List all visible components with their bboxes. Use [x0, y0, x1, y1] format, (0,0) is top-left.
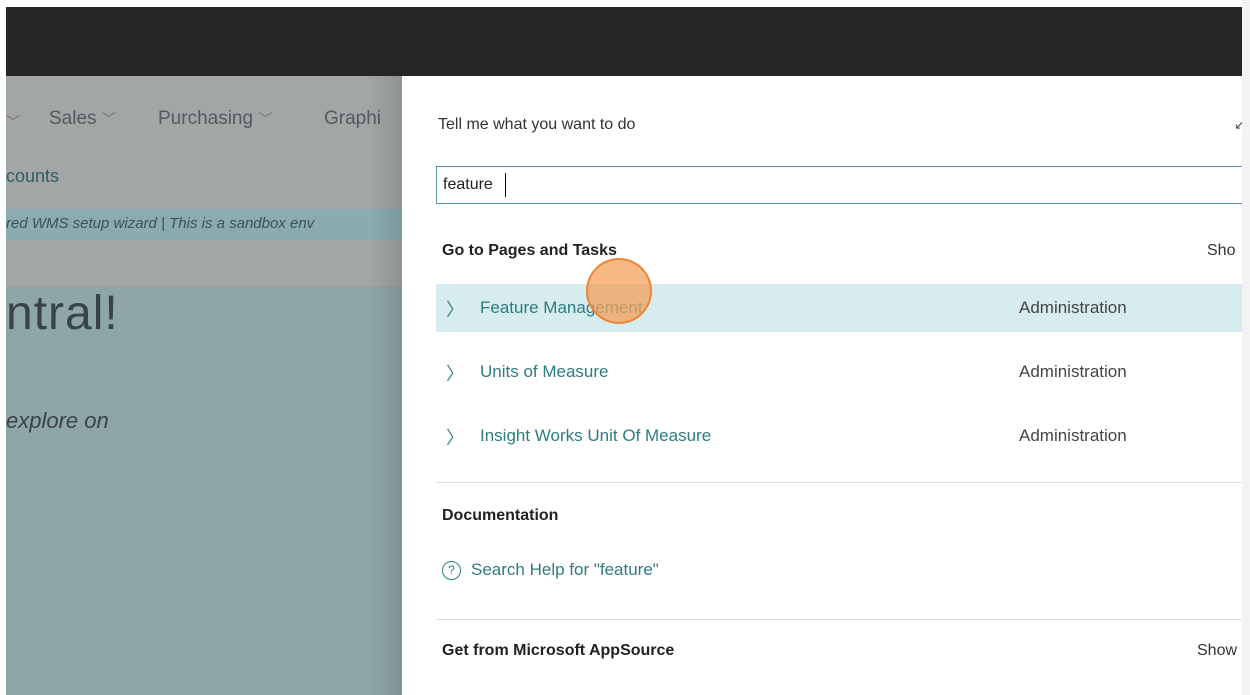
result-row-units-of-measure[interactable]: 〉 Units of Measure Administration — [436, 348, 1242, 396]
result-label[interactable]: Insight Works Unit Of Measure — [480, 426, 711, 446]
divider — [436, 482, 1242, 483]
notification-banner: red WMS setup wizard | This is a sandbox… — [6, 209, 402, 240]
result-label[interactable]: Units of Measure — [480, 362, 609, 382]
result-row-feature-management[interactable]: 〉 Feature Management Administration — [436, 284, 1242, 332]
show-all-appsource-link[interactable]: Show — [1197, 642, 1237, 660]
search-help-link[interactable]: ? Search Help for "feature" — [442, 560, 659, 580]
hero-title: ntral! — [6, 287, 119, 340]
app-top-bar — [6, 7, 1242, 76]
chevron-right-icon: 〉 — [446, 364, 464, 384]
nav-menu-purchasing[interactable]: Purchasing ﹀ — [158, 108, 272, 130]
text-caret — [505, 173, 506, 197]
chevron-down-icon: ﹀ — [258, 111, 273, 127]
chevron-right-icon: 〉 — [446, 300, 464, 320]
background-sublink[interactable]: counts — [6, 166, 59, 187]
chevron-right-icon: 〉 — [446, 428, 464, 448]
nav-menu-label: Purchasing — [158, 108, 254, 129]
right-edge — [1242, 0, 1250, 695]
click-indicator — [586, 258, 652, 324]
divider — [436, 619, 1242, 620]
show-all-pages-link[interactable]: Sho — [1207, 242, 1235, 260]
panel-title: Tell me what you want to do — [438, 116, 636, 133]
result-category: Administration — [1019, 426, 1127, 445]
panel-shadow — [368, 76, 402, 695]
result-category: Administration — [1019, 362, 1127, 381]
nav-menu-sales[interactable]: Sales ﹀ — [49, 108, 116, 130]
section-heading-appsource: Get from Microsoft AppSource — [442, 642, 675, 659]
section-heading-pages-tasks: Go to Pages and Tasks — [442, 242, 617, 259]
banner-text: red WMS setup wizard | This is a sandbox… — [6, 215, 315, 232]
help-icon: ? — [442, 561, 461, 580]
background-app-overlay: ﹀ Sales ﹀ Purchasing ﹀ Graphi counts red… — [6, 76, 402, 695]
hero-subtitle: explore on — [6, 408, 109, 433]
collapse-icon[interactable]: ↙ — [1234, 116, 1242, 133]
result-category: Administration — [1019, 298, 1127, 317]
search-help-label: Search Help for "feature" — [471, 560, 659, 579]
result-row-insight-works-uom[interactable]: 〉 Insight Works Unit Of Measure Administ… — [436, 412, 1242, 460]
chevron-down-icon: ﹀ — [6, 114, 20, 130]
top-margin — [0, 0, 1250, 7]
section-heading-documentation: Documentation — [442, 507, 559, 524]
nav-menu-label: Sales — [49, 108, 97, 129]
hero-area — [6, 288, 402, 695]
search-input[interactable] — [436, 166, 1242, 204]
tell-me-panel: Tell me what you want to do ↙ Go to Page… — [402, 76, 1242, 695]
chevron-down-icon: ﹀ — [101, 111, 116, 127]
